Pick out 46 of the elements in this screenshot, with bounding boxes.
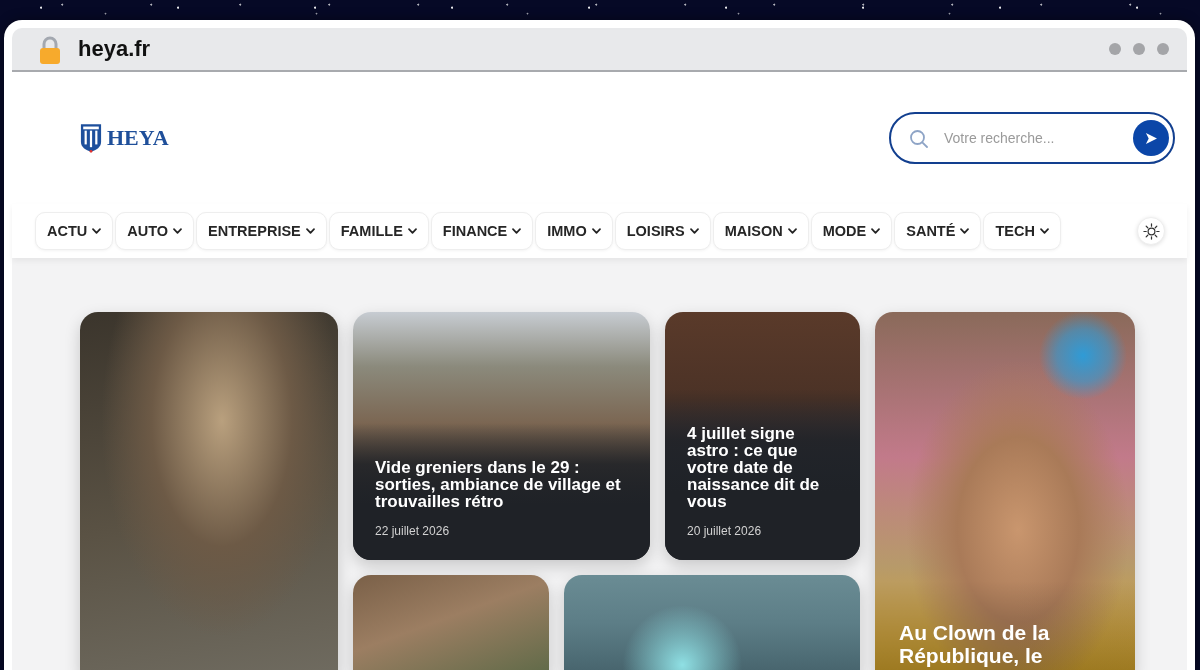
article-card[interactable]: Vide greniers dans le 29 : sorties, ambiance de village et trouvailles rétro 22 juillet 2026 (353, 312, 650, 560)
nav-menu-item[interactable]: MAISON (712, 212, 809, 250)
chevron-down-icon (689, 228, 699, 234)
shield-icon (80, 123, 102, 153)
article-date: 20 juillet 2026 (687, 524, 763, 538)
chevron-down-icon (787, 228, 797, 234)
theme-toggle-button[interactable] (1137, 217, 1165, 245)
article-card[interactable] (80, 312, 338, 670)
chevron-down-icon (591, 228, 601, 234)
site-logo[interactable]: HEYA (80, 123, 169, 153)
nav-menu-item[interactable]: AUTO (115, 212, 195, 250)
window-control-icon[interactable] (1157, 43, 1169, 55)
search-input[interactable]: Votre recherche... (944, 128, 1117, 148)
nav-menu-item[interactable]: MODE (810, 212, 893, 250)
sun-icon (1142, 222, 1160, 240)
address-bar[interactable]: heya.fr (12, 28, 1187, 72)
arrow-right-icon (1145, 131, 1157, 145)
url-text: heya.fr (78, 36, 151, 62)
article-title: Au Clown de la République, le (899, 621, 1051, 667)
article-card[interactable]: 4 juillet signe astro : ce que votre date de naissance dit de vous 20 juillet 2026 (665, 312, 860, 560)
chevron-down-icon (960, 228, 970, 234)
nav-menu-item[interactable]: FAMILLE (328, 212, 429, 250)
send-button[interactable] (1133, 120, 1169, 156)
chevron-down-icon (407, 228, 417, 234)
nav-menu-item[interactable]: FINANCE (430, 212, 534, 250)
nav-menu-item[interactable]: LOISIRS (614, 212, 711, 250)
chevron-down-icon (305, 228, 315, 234)
lock-icon (38, 34, 62, 64)
nav-menu-item[interactable]: ENTREPRISE (196, 212, 327, 250)
nav-menu-item[interactable]: IMMO (535, 212, 613, 250)
nav-menu-item[interactable]: SANTÉ (894, 212, 982, 250)
article-card[interactable] (564, 575, 860, 670)
article-title: 4 juillet signe astro : ce que votre date de naissance dit de vous (687, 425, 821, 510)
search-icon (909, 128, 928, 148)
chevron-down-icon (92, 228, 102, 234)
nav-menu-item[interactable]: ACTU (35, 212, 114, 250)
nav-menu-item[interactable]: TECH (983, 212, 1061, 250)
article-title: Vide greniers dans le 29 : sorties, ambiance de village et trouvailles rétro (375, 459, 622, 510)
article-date: 22 juillet 2026 (375, 524, 451, 538)
chevron-down-icon (173, 228, 183, 234)
window-control-icon[interactable] (1109, 43, 1121, 55)
chevron-down-icon (871, 228, 881, 234)
chevron-down-icon (1039, 228, 1049, 234)
article-card[interactable]: Au Clown de la République, le (875, 312, 1135, 670)
chevron-down-icon (512, 228, 522, 234)
window-control-icon[interactable] (1133, 43, 1145, 55)
